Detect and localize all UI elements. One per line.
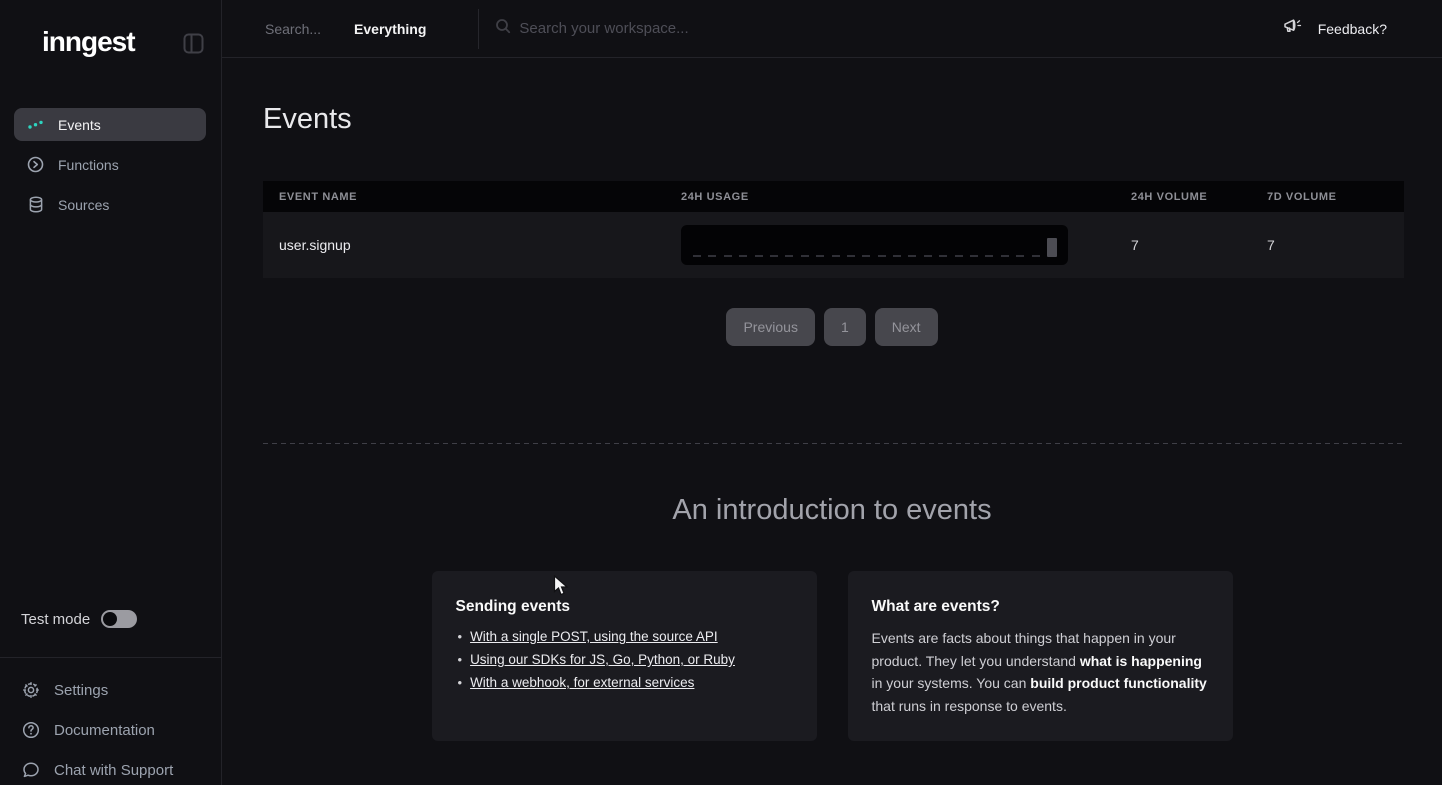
next-page-button[interactable]: Next <box>875 308 938 346</box>
sidebar-footer-label: Settings <box>54 682 108 699</box>
link-webhook[interactable]: With a webhook, for external services <box>470 675 694 690</box>
volume-7d-cell: 7 <box>1267 237 1404 253</box>
sidebar-nav: Events Functions Sources <box>14 108 206 228</box>
events-table: EVENT NAME 24H USAGE 24H VOLUME 7D VOLUM… <box>263 181 1404 278</box>
table-header: EVENT NAME 24H USAGE 24H VOLUME 7D VOLUM… <box>263 181 1404 212</box>
function-circle-icon <box>27 156 44 173</box>
workspace-search <box>495 18 1282 39</box>
link-source-api[interactable]: With a single POST, using the source API <box>470 629 718 644</box>
list-item: • Using our SDKs for JS, Go, Python, or … <box>456 652 793 667</box>
sidebar-item-events[interactable]: Events <box>14 108 206 141</box>
database-icon <box>27 196 44 213</box>
search-scope-selector[interactable]: Everything <box>354 21 426 37</box>
previous-page-button[interactable]: Previous <box>726 308 814 346</box>
topbar-divider <box>478 9 479 49</box>
what-are-events-card: What are events? Events are facts about … <box>848 571 1233 741</box>
sidebar-footer-label: Chat with Support <box>54 762 173 779</box>
test-mode-toggle[interactable] <box>101 610 137 628</box>
sending-events-card: Sending events • With a single POST, usi… <box>432 571 817 741</box>
sidebar-item-label: Sources <box>58 197 109 213</box>
test-mode-control: Test mode <box>21 610 137 628</box>
gear-icon <box>22 681 40 699</box>
sidebar-item-label: Functions <box>58 157 119 173</box>
col-header-7d-volume: 7D VOLUME <box>1267 191 1404 203</box>
list-item: • With a webhook, for external services <box>456 675 793 690</box>
intro-cards: Sending events • With a single POST, usi… <box>222 571 1442 741</box>
bullet-dot: • <box>458 675 463 690</box>
page-title: Events <box>263 103 352 136</box>
feedback-link[interactable]: Feedback? <box>1318 21 1387 37</box>
main-content: Events EVENT NAME 24H USAGE 24H VOLUME 7… <box>222 58 1442 785</box>
events-dots-icon <box>27 116 44 133</box>
table-row[interactable]: user.signup 7 7 <box>263 212 1404 278</box>
col-header-24h-volume: 24H VOLUME <box>1131 191 1267 203</box>
volume-24h-cell: 7 <box>1131 237 1267 253</box>
col-header-24h-usage: 24H USAGE <box>681 191 1131 203</box>
sidebar: inngest Events Funct <box>0 0 222 785</box>
pagination: Previous 1 Next <box>222 308 1442 346</box>
workspace-search-input[interactable] <box>519 20 939 37</box>
usage-sparkline-chart <box>681 225 1068 265</box>
toggle-knob <box>103 612 117 626</box>
link-sdks[interactable]: Using our SDKs for JS, Go, Python, or Ru… <box>470 652 735 667</box>
intro-heading: An introduction to events <box>222 494 1442 527</box>
topbar-right: Feedback? <box>1283 17 1387 40</box>
sidebar-footer-label: Documentation <box>54 722 155 739</box>
inngest-logo: inngest <box>42 26 135 58</box>
sidebar-item-functions[interactable]: Functions <box>14 148 206 181</box>
sending-events-links: • With a single POST, using the source A… <box>456 629 793 690</box>
search-icon <box>495 18 511 39</box>
search-label[interactable]: Search... <box>265 21 321 37</box>
card-body: Events are facts about things that happe… <box>872 627 1209 717</box>
bullet-dot: • <box>458 652 463 667</box>
sidebar-item-label: Events <box>58 117 101 133</box>
topbar: Search... Everything Feedback? <box>222 0 1442 58</box>
event-name-cell[interactable]: user.signup <box>263 237 681 253</box>
card-title: Sending events <box>456 598 793 616</box>
sidebar-footer: Settings Documentation Chat with Support <box>22 674 212 785</box>
sidebar-divider <box>0 657 222 658</box>
sidebar-item-chat-support[interactable]: Chat with Support <box>22 754 212 785</box>
usage-cell <box>681 225 1131 265</box>
dashed-divider <box>263 443 1404 444</box>
chat-bubble-icon <box>22 761 40 779</box>
sidebar-collapse-icon[interactable] <box>183 33 204 54</box>
page-number-button[interactable]: 1 <box>824 308 866 346</box>
sidebar-item-documentation[interactable]: Documentation <box>22 714 212 746</box>
megaphone-icon[interactable] <box>1283 17 1302 40</box>
help-circle-icon <box>22 721 40 739</box>
test-mode-label: Test mode <box>21 611 90 628</box>
sidebar-item-settings[interactable]: Settings <box>22 674 212 706</box>
list-item: • With a single POST, using the source A… <box>456 629 793 644</box>
col-header-event-name: EVENT NAME <box>263 191 681 203</box>
card-title: What are events? <box>872 598 1209 616</box>
sidebar-item-sources[interactable]: Sources <box>14 188 206 221</box>
bullet-dot: • <box>458 629 463 644</box>
